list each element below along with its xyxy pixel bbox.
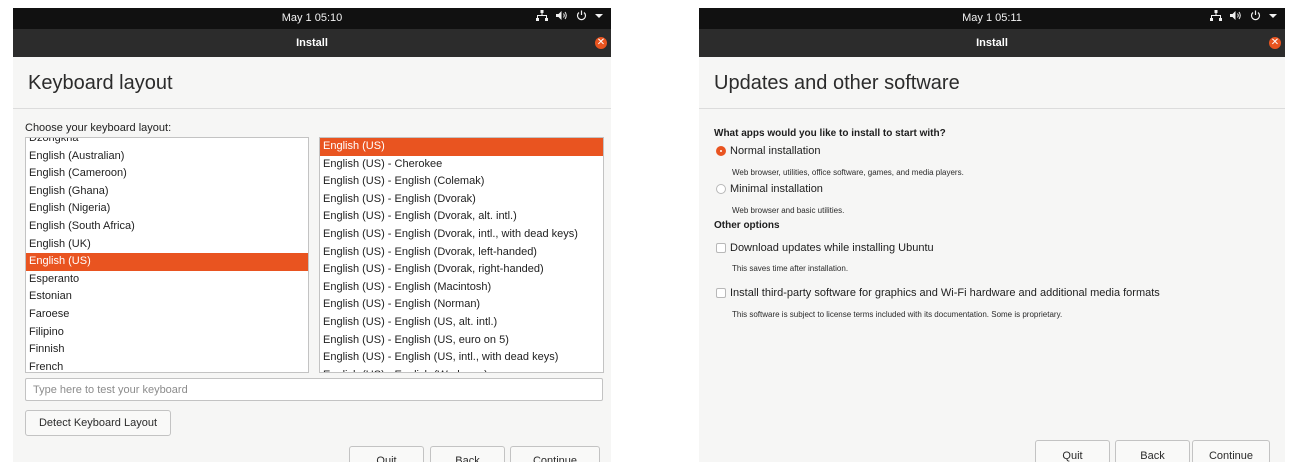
close-icon[interactable]: ✕ — [595, 37, 607, 49]
list-item[interactable]: English (US) - Cherokee — [320, 156, 603, 174]
third-party-software-option[interactable]: Install third-party software for graphic… — [716, 287, 1160, 299]
list-item[interactable]: English (US) - English (Colemak) — [320, 173, 603, 191]
chevron-down-icon[interactable] — [1269, 12, 1277, 20]
list-item[interactable]: Dzongkha — [26, 138, 308, 148]
list-item[interactable]: English (US) - English (Macintosh) — [320, 279, 603, 297]
list-item[interactable]: French — [26, 359, 308, 372]
title-bar: Install ✕ — [699, 29, 1285, 57]
download-updates-option[interactable]: Download updates while installing Ubuntu — [716, 242, 934, 254]
list-item[interactable]: English (US) — [26, 253, 308, 271]
back-button-label: Back — [1140, 450, 1165, 462]
keyboard-layout-window: May 1 05:10 Install ✕ Keyboard layout Ch… — [13, 8, 611, 462]
list-item[interactable]: English (Cameroon) — [26, 165, 308, 183]
list-item[interactable]: English (US) - English (Dvorak, alt. int… — [320, 208, 603, 226]
power-icon[interactable] — [576, 10, 587, 21]
page-header: Updates and other software — [699, 57, 1285, 109]
list-item[interactable]: English (US) - English (Norman) — [320, 296, 603, 314]
layout-prompt: Choose your keyboard layout: — [25, 122, 172, 134]
page-title: Keyboard layout — [28, 72, 173, 94]
continue-button[interactable]: Continue — [510, 446, 600, 462]
download-updates-description: This saves time after installation. — [732, 264, 849, 273]
list-item[interactable]: English (US) - English (Dvorak, right-ha… — [320, 261, 603, 279]
list-item[interactable]: Estonian — [26, 288, 308, 306]
keyboard-test-input[interactable] — [25, 378, 603, 401]
list-item[interactable]: Filipino — [26, 324, 308, 342]
list-item[interactable]: English (Australian) — [26, 148, 308, 166]
page-title: Updates and other software — [714, 72, 960, 94]
page-header: Keyboard layout — [13, 57, 611, 109]
top-bar: May 1 05:11 — [699, 8, 1285, 29]
list-item[interactable]: English (US) - English (US, alt. intl.) — [320, 314, 603, 332]
detect-button-label: Detect Keyboard Layout — [38, 417, 158, 429]
minimal-installation-description: Web browser and basic utilities. — [732, 206, 845, 215]
list-item[interactable]: English (UK) — [26, 236, 308, 254]
list-item[interactable]: English (US) - English (US, euro on 5) — [320, 332, 603, 350]
page-content: What apps would you like to install to s… — [699, 109, 1285, 462]
close-icon[interactable]: ✕ — [1269, 37, 1281, 49]
list-item[interactable]: English (US) — [320, 138, 603, 156]
download-updates-checkbox[interactable] — [716, 243, 726, 253]
layout-list[interactable]: Dzongkha English (Australian) English (Cam… — [25, 137, 309, 373]
list-item[interactable]: English (US) - English (US, intl., with … — [320, 349, 603, 367]
back-button-label: Back — [455, 455, 480, 462]
system-tray[interactable] — [1210, 10, 1277, 21]
minimal-installation-option[interactable]: Minimal installation — [716, 183, 823, 195]
window-title: Install — [296, 37, 328, 49]
continue-button[interactable]: Continue — [1192, 440, 1270, 462]
quit-button[interactable]: Quit — [349, 446, 424, 462]
quit-button-label: Quit — [1062, 450, 1083, 462]
top-bar: May 1 05:10 — [13, 8, 611, 29]
quit-button-label: Quit — [376, 455, 397, 462]
volume-icon[interactable] — [556, 10, 568, 21]
minimal-installation-radio[interactable] — [716, 184, 726, 194]
quit-button[interactable]: Quit — [1035, 440, 1110, 462]
network-icon[interactable] — [536, 10, 548, 21]
network-icon[interactable] — [1210, 10, 1222, 21]
list-item[interactable]: Esperanto — [26, 271, 308, 289]
system-tray[interactable] — [536, 10, 603, 21]
list-item[interactable]: Finnish — [26, 341, 308, 359]
window-title: Install — [976, 37, 1008, 49]
detect-keyboard-layout-button[interactable]: Detect Keyboard Layout — [25, 410, 171, 436]
back-button[interactable]: Back — [430, 446, 505, 462]
other-options-heading: Other options — [714, 220, 780, 231]
list-item[interactable]: English (US) - English (Dvorak) — [320, 191, 603, 209]
list-item[interactable]: English (US) - English (Workman) — [320, 367, 603, 372]
back-button[interactable]: Back — [1115, 440, 1190, 462]
variant-list[interactable]: English (US) English (US) - Cherokee Engli… — [319, 137, 604, 373]
volume-icon[interactable] — [1230, 10, 1242, 21]
normal-installation-label: Normal installation — [730, 145, 821, 157]
third-party-software-description: This software is subject to license term… — [732, 310, 1063, 319]
list-item[interactable]: English (South Africa) — [26, 218, 308, 236]
list-item[interactable]: English (US) - English (Dvorak, intl., w… — [320, 226, 603, 244]
chevron-down-icon[interactable] — [595, 12, 603, 20]
normal-installation-radio[interactable] — [716, 146, 726, 156]
page-content: Choose your keyboard layout: Dzongkha Eng… — [13, 109, 611, 462]
clock[interactable]: May 1 05:11 — [699, 12, 1285, 24]
third-party-software-checkbox[interactable] — [716, 288, 726, 298]
install-question: What apps would you like to install to s… — [714, 128, 946, 139]
continue-button-label: Continue — [1208, 450, 1254, 462]
third-party-software-label: Install third-party software for graphic… — [730, 287, 1160, 299]
list-item[interactable]: Faroese — [26, 306, 308, 324]
power-icon[interactable] — [1250, 10, 1261, 21]
list-item[interactable]: English (US) - English (Dvorak, left-han… — [320, 244, 603, 262]
normal-installation-option[interactable]: Normal installation — [716, 145, 820, 157]
clock[interactable]: May 1 05:10 — [13, 12, 611, 24]
normal-installation-description: Web browser, utilities, office software,… — [732, 168, 964, 177]
minimal-installation-label: Minimal installation — [730, 183, 823, 195]
continue-button-label: Continue — [532, 455, 578, 462]
updates-software-window: May 1 05:11 Install ✕ Updates and other … — [699, 8, 1285, 462]
title-bar: Install ✕ — [13, 29, 611, 57]
download-updates-label: Download updates while installing Ubuntu — [730, 242, 934, 254]
list-item[interactable]: English (Nigeria) — [26, 200, 308, 218]
list-item[interactable]: English (Ghana) — [26, 183, 308, 201]
